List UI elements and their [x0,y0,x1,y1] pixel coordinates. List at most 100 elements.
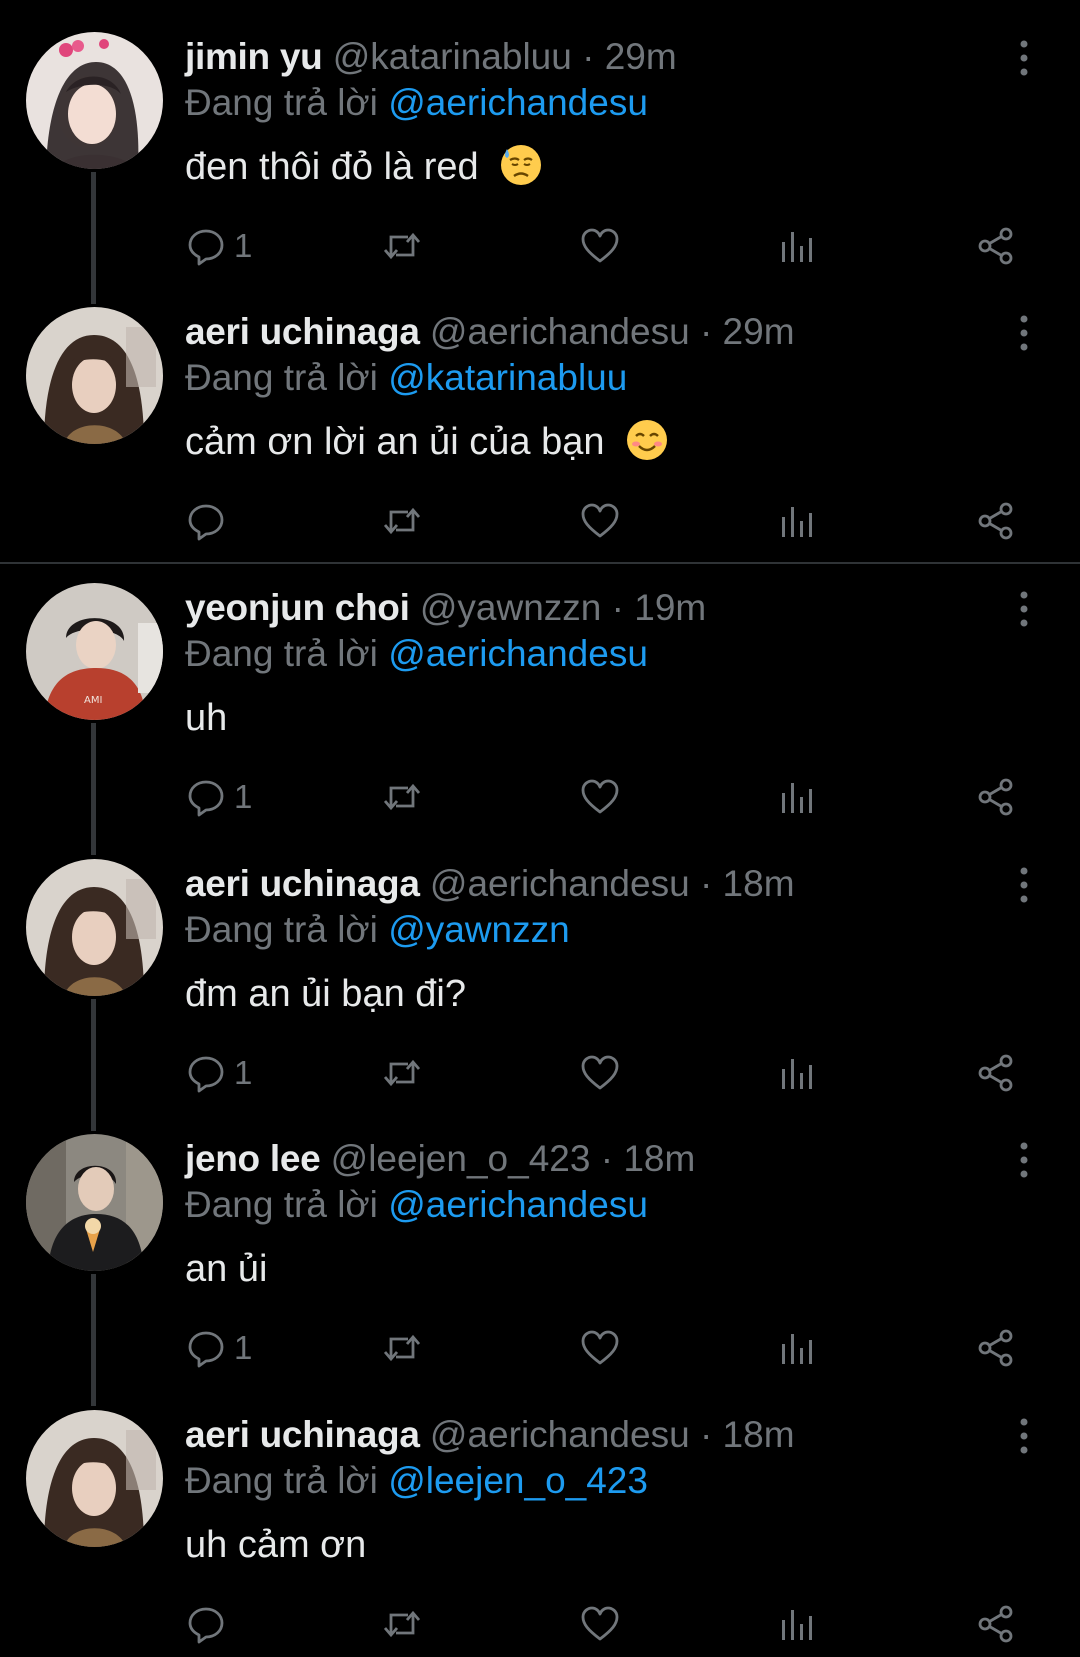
user-handle[interactable]: @aerichandesu [430,311,690,352]
reply-bubble-icon [188,504,224,541]
views-button[interactable] [777,1051,817,1095]
share-button[interactable] [976,224,1016,268]
tweet[interactable]: aeri uchinaga @aerichandesu · 18m Đang t… [0,827,1080,1131]
avatar[interactable] [26,32,163,169]
retweet-button[interactable] [382,499,422,543]
more-options-button[interactable] [1012,1140,1036,1180]
downcast-sweat-emoji-icon [501,145,542,185]
share-button[interactable] [976,775,1016,819]
replying-to-prefix: Đang trả lời [185,357,378,398]
like-button[interactable] [580,499,620,543]
views-button[interactable] [777,775,817,819]
tweet[interactable]: AMI yeonjun choi @yawnzzn · 19m Đang trả… [0,551,1080,855]
more-vertical-icon [1020,1142,1028,1178]
display-name[interactable]: yeonjun choi [185,587,410,628]
reply-button[interactable] [186,499,234,543]
timestamp[interactable]: 29m [723,311,795,352]
share-button[interactable] [976,1326,1016,1370]
avatar-aeri-image [26,1410,163,1547]
like-button[interactable] [580,1602,620,1646]
retweet-button[interactable] [382,1326,422,1370]
retweet-icon [383,783,421,811]
display-name[interactable]: aeri uchinaga [185,1414,420,1455]
heart-icon [581,1330,619,1365]
retweet-button[interactable] [382,1602,422,1646]
like-button[interactable] [580,775,620,819]
tweet[interactable]: jimin yu @katarinabluu · 29m Đang trả lờ… [0,0,1080,304]
user-handle[interactable]: @katarinabluu [333,36,572,77]
share-button[interactable] [976,1051,1016,1095]
share-icon [978,1605,1013,1643]
timestamp[interactable]: 29m [605,36,677,77]
tweet-text: đen thôi đỏ là red [185,142,543,192]
views-button[interactable] [777,224,817,268]
reply-bubble-icon [188,229,224,266]
user-handle[interactable]: @leejen_o_423 [331,1138,591,1179]
reply-button[interactable]: 1 [186,1326,252,1370]
tweet-actions: 1 [0,1326,1080,1370]
replying-to-prefix: Đang trả lời [185,1460,378,1501]
separator-dot: · [600,1138,614,1179]
user-handle[interactable]: @aerichandesu [430,1414,690,1455]
tweet[interactable]: jeno lee @leejen_o_423 · 18m Đang trả lờ… [0,1102,1080,1406]
timestamp[interactable]: 18m [623,1138,695,1179]
views-button[interactable] [777,499,817,543]
share-button[interactable] [976,1602,1016,1646]
retweet-button[interactable] [382,775,422,819]
display-name[interactable]: aeri uchinaga [185,863,420,904]
replying-to-prefix: Đang trả lời [185,82,378,123]
avatar-jeno-image [26,1134,163,1271]
more-options-button[interactable] [1012,313,1036,353]
avatar[interactable] [26,1410,163,1547]
display-name[interactable]: aeri uchinaga [185,311,420,352]
reply-button[interactable]: 1 [186,775,252,819]
mention-link[interactable]: @aerichandesu [388,633,648,674]
mention-link[interactable]: @leejen_o_423 [388,1460,648,1501]
heart-icon [581,779,619,814]
retweet-icon [383,1059,421,1087]
separator-dot: · [699,863,713,904]
tweet-actions [0,1602,1080,1646]
avatar[interactable] [26,1134,163,1271]
reply-bubble-icon [188,1331,224,1368]
display-name[interactable]: jeno lee [185,1138,321,1179]
like-button[interactable] [580,224,620,268]
like-button[interactable] [580,1326,620,1370]
timestamp[interactable]: 18m [723,863,795,904]
display-name[interactable]: jimin yu [185,36,323,77]
more-options-button[interactable] [1012,1416,1036,1456]
more-options-button[interactable] [1012,38,1036,78]
views-button[interactable] [777,1602,817,1646]
tweet-text: cảm ơn lời an ủi của bạn [185,417,669,467]
separator-dot: · [611,587,624,628]
mention-link[interactable]: @aerichandesu [388,82,648,123]
timestamp[interactable]: 18m [723,1414,795,1455]
avatar[interactable] [26,859,163,996]
reply-count: 1 [234,1329,253,1366]
tweet[interactable]: aeri uchinaga @aerichandesu · 29m Đang t… [0,275,1080,550]
avatar[interactable] [26,307,163,444]
retweet-icon [383,1610,421,1638]
reply-button[interactable]: 1 [186,224,252,268]
more-options-button[interactable] [1012,865,1036,905]
like-button[interactable] [580,1051,620,1095]
user-handle[interactable]: @yawnzzn [420,587,602,628]
tweet[interactable]: aeri uchinaga @aerichandesu · 18m Đang t… [0,1378,1080,1653]
views-button[interactable] [777,1326,817,1370]
reply-button[interactable] [186,1602,234,1646]
share-icon [978,778,1013,816]
timestamp[interactable]: 19m [634,587,706,628]
avatar[interactable]: AMI [26,583,163,720]
mention-link[interactable]: @katarinabluu [388,357,627,398]
retweet-button[interactable] [382,1051,422,1095]
reply-button[interactable]: 1 [186,1051,252,1095]
tweet-actions: 1 [0,775,1080,819]
share-button[interactable] [976,499,1016,543]
more-options-button[interactable] [1012,589,1036,629]
analytics-icon [782,1610,812,1640]
mention-link[interactable]: @aerichandesu [388,1184,648,1225]
retweet-button[interactable] [382,224,422,268]
mention-link[interactable]: @yawnzzn [388,909,570,950]
heart-icon [581,1055,619,1090]
user-handle[interactable]: @aerichandesu [430,863,690,904]
